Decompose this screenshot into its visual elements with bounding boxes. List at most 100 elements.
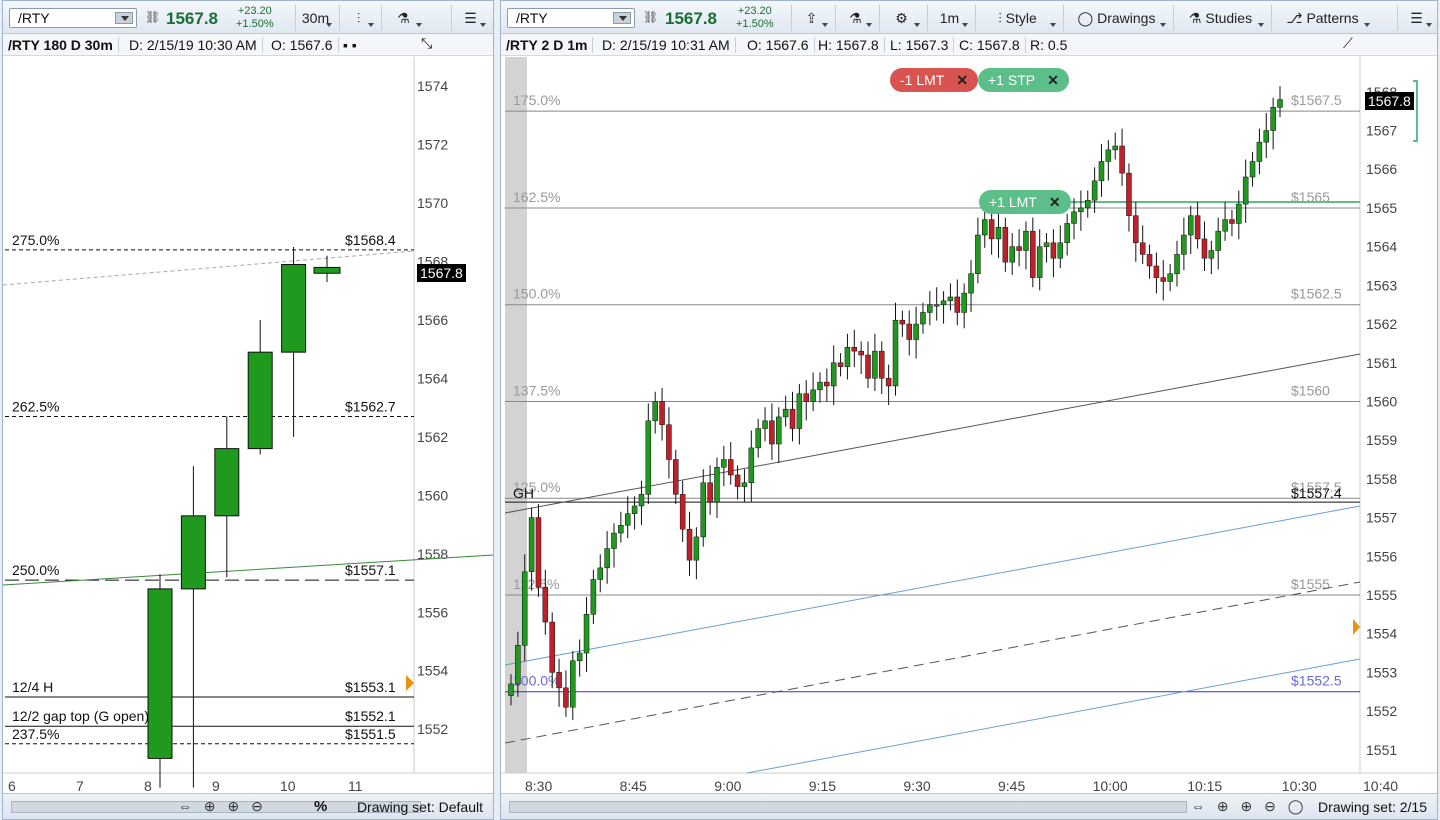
candle-body — [1071, 211, 1077, 224]
candle-body — [686, 528, 693, 561]
candle-body — [659, 401, 665, 425]
symbol-selector[interactable]: /RTY — [9, 8, 137, 28]
chart-date: D: 2/15/19 10:31 AM — [597, 37, 736, 53]
price-marker-arrow — [1353, 619, 1360, 635]
candle-body — [1270, 107, 1276, 131]
candle-body — [721, 459, 727, 468]
candle-body — [638, 494, 645, 507]
order-bubble-buy-stop[interactable]: +1 STP ✕ — [978, 68, 1069, 92]
cancel-order-icon[interactable]: ✕ — [956, 72, 968, 88]
trend-tool-icon[interactable]: ⟋ — [1343, 35, 1353, 52]
candle-body — [1277, 99, 1283, 108]
level-label: 262.5% — [12, 398, 59, 414]
candle-body — [247, 351, 273, 450]
percent-toggle[interactable]: % — [314, 798, 327, 815]
flask-icon[interactable]: ⚗ — [835, 5, 875, 31]
gear-icon[interactable]: ⚙ — [879, 5, 923, 31]
candle-body — [933, 304, 940, 307]
candle-body — [1023, 230, 1029, 251]
price-tick-label: 1553 — [1366, 664, 1397, 680]
link-icon[interactable]: ⛓ — [643, 10, 658, 24]
time-tick-label: 6 — [8, 778, 16, 794]
candle-body — [1181, 234, 1187, 255]
order-bubble-buy-limit[interactable]: +1 LMT ✕ — [979, 190, 1071, 214]
price-tick-label: 1563 — [1366, 277, 1397, 293]
left-chart-panel: /RTY ⛓ 1567.8 +23.20 +1.50% 30m ⫶ ⚗ ☰ /R… — [2, 0, 494, 820]
horizontal-scrollbar[interactable] — [509, 801, 1187, 813]
time-tick-label: 10:15 — [1187, 778, 1222, 794]
menu-icon[interactable]: ☰ — [451, 5, 489, 31]
time-tick-label: 10:40 — [1363, 778, 1398, 794]
candle-body — [817, 381, 823, 391]
fib-level-label: 162.5% — [513, 189, 560, 205]
candle-body — [844, 347, 851, 367]
patterns-menu[interactable]: ⎇ Patterns — [1271, 5, 1373, 31]
chevron-down-icon[interactable] — [613, 12, 631, 24]
candle-body — [576, 652, 583, 662]
studies-label: Studies — [1205, 10, 1253, 26]
candle-body — [313, 266, 341, 274]
candle-body — [1126, 172, 1132, 216]
cancel-order-icon[interactable]: ✕ — [1047, 72, 1059, 88]
price-tick-label: 1555 — [1366, 587, 1397, 603]
candle-body — [597, 567, 604, 580]
aggregation-button[interactable]: 30m — [295, 5, 335, 31]
symbol-text: /RTY — [516, 10, 548, 26]
candle-body — [1236, 203, 1242, 224]
drawings-menu[interactable]: ◯ Drawings — [1063, 5, 1169, 31]
fib-level-label: 175.0% — [513, 92, 560, 108]
candle-body — [1249, 161, 1256, 178]
price-tick-label: 1559 — [1366, 432, 1397, 448]
cancel-order-icon[interactable]: ✕ — [1049, 194, 1061, 210]
gap-high-label: GH — [513, 485, 534, 501]
chart-title: /RTY 2 D 1m — [501, 37, 594, 53]
change-value: +23.20 — [737, 5, 772, 17]
candle-body — [1153, 265, 1160, 278]
candle-body — [214, 448, 240, 517]
candle-body — [982, 219, 988, 236]
crosshair-tool-icon[interactable]: ⤡ — [421, 35, 432, 52]
price-tick-label: 1574 — [417, 78, 448, 94]
studies-menu[interactable]: ⚗ Studies — [1173, 5, 1267, 31]
left-toolbar: /RTY ⛓ 1567.8 +23.20 +1.50% 30m ⫶ ⚗ ☰ — [3, 1, 493, 34]
change-value: +23.20 — [237, 5, 272, 17]
zoom-controls[interactable]: ⇔ ⊕ ⊕ ⊖ ◯ — [1191, 798, 1307, 815]
candle-body — [727, 459, 734, 476]
chart-title: /RTY 180 D 30m — [3, 37, 119, 53]
aggregation-button[interactable]: 1m — [927, 5, 971, 31]
link-icon[interactable]: ⛓ — [145, 10, 160, 24]
price-tick-label: 1551 — [1366, 742, 1397, 758]
candle-body — [528, 517, 535, 572]
left-price-chart[interactable]: 1574157215701568156615641562156015581556… — [3, 57, 493, 797]
net-change: +23.20 +1.50% — [736, 5, 774, 31]
current-price-tag: 1567.8 — [417, 264, 466, 282]
order-bubble-sell-limit[interactable]: -1 LMT ✕ — [890, 68, 979, 92]
fib-level-price: $1555 — [1291, 576, 1330, 592]
last-price: 1567.8 — [166, 9, 218, 28]
drawings-label: Drawings — [1097, 10, 1156, 26]
right-price-chart[interactable]: 1568156715661565156415631562156115601559… — [501, 57, 1437, 797]
style-menu[interactable]: ⫶ Style — [975, 5, 1059, 31]
studies-flask-icon[interactable]: ⚗ — [381, 5, 425, 31]
menu-icon[interactable]: ☰ — [1397, 5, 1435, 31]
drawing-set-selector[interactable]: Drawing set: 2/15 — [1318, 799, 1427, 815]
price-marker-arrow — [406, 675, 414, 691]
price-tick-label: 1552 — [1366, 703, 1397, 719]
symbol-selector[interactable]: /RTY — [507, 8, 635, 28]
chart-type-icon[interactable]: ⫶ — [339, 5, 377, 31]
drawing-set-selector[interactable]: Drawing set: Default — [357, 799, 483, 815]
candle-body — [1085, 199, 1091, 209]
zoom-controls[interactable]: ⇔ ⊕ ⊕ ⊖ — [178, 798, 267, 815]
price-tick-label: 1564 — [1366, 239, 1397, 255]
share-icon[interactable]: ⇪ — [791, 5, 831, 31]
candle-body — [892, 319, 899, 387]
time-tick-label: 9:45 — [998, 778, 1025, 794]
candle-body — [1187, 215, 1194, 236]
channel-line-blue-lower — [746, 658, 1361, 774]
time-tick-label: 10:00 — [1093, 778, 1128, 794]
candle-body — [1050, 242, 1057, 259]
candle-body — [858, 350, 864, 356]
channel-line-blue-upper — [504, 505, 1361, 666]
chevron-down-icon[interactable] — [115, 12, 133, 24]
candle-body — [1133, 215, 1139, 244]
